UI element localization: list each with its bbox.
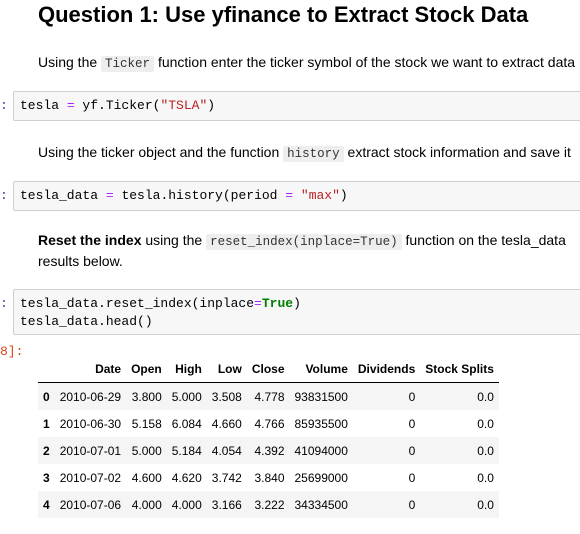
table-header-row: Date Open High Low Close Volume Dividend… (38, 356, 499, 383)
row-index: 4 (43, 497, 50, 512)
text: using the (141, 232, 207, 248)
markdown-instruction-3: Reset the index using the reset_index(in… (38, 230, 566, 252)
column-header: Stock Splits (420, 356, 499, 383)
table-cell: 4.392 (254, 443, 285, 458)
table-cell: 5.000 (131, 443, 162, 458)
table-cell: 4.660 (211, 416, 242, 431)
column-header: Volume (289, 356, 353, 383)
table-cell: 3.840 (254, 470, 285, 485)
question-heading: Question 1: Use yfinance to Extract Stoc… (38, 2, 529, 27)
code-line[interactable]: tesla_data = tesla.history(period = "max… (20, 188, 348, 203)
markdown-instruction-2: Using the ticker object and the function… (38, 142, 571, 164)
row-index: 3 (43, 470, 50, 485)
table-cell: 2010-06-29 (59, 389, 122, 404)
table-cell: 6.084 (171, 416, 202, 431)
table-row: 3 2010-07-02 4.600 4.620 3.742 3.840 256… (38, 464, 499, 491)
cell-prompt: : (0, 188, 8, 203)
text: Using the (38, 54, 102, 70)
row-index: 1 (43, 416, 50, 431)
column-header: Open (126, 356, 167, 383)
table-cell: 0.0 (477, 443, 494, 458)
code-line[interactable]: tesla_data.head() (20, 314, 153, 329)
text: function enter the ticker symbol of the … (154, 54, 576, 70)
code-line[interactable]: tesla = yf.Ticker("TSLA") (20, 98, 215, 113)
table-cell: 85935500 (294, 416, 348, 431)
table-cell: 93831500 (294, 389, 348, 404)
cell-prompt: : (0, 296, 8, 311)
table-cell: 0 (408, 470, 416, 485)
table-row: 1 2010-06-30 5.158 6.084 4.660 4.766 859… (38, 410, 499, 437)
table-cell: 41094000 (294, 443, 348, 458)
table-cell: 3.508 (211, 389, 242, 404)
table-cell: 4.620 (171, 470, 202, 485)
table-cell: 0 (408, 389, 416, 404)
table-row: 0 2010-06-29 3.800 5.000 3.508 4.778 938… (38, 382, 499, 410)
table-cell: 5.158 (131, 416, 162, 431)
table-cell: 25699000 (294, 470, 348, 485)
column-header: Close (246, 356, 290, 383)
code-cell-1[interactable]: tesla = yf.Ticker("TSLA") (13, 91, 580, 121)
table-cell: 4.000 (131, 497, 162, 512)
table-cell: 3.742 (211, 470, 242, 485)
output-prompt: 8]: (0, 344, 24, 359)
table-cell: 0 (408, 443, 416, 458)
table-cell: 0.0 (477, 416, 494, 431)
table-cell: 2010-07-01 (59, 443, 122, 458)
table-cell: 4.600 (131, 470, 162, 485)
table-cell: 3.800 (131, 389, 162, 404)
inline-code: Ticker (101, 56, 155, 72)
table-cell: 0.0 (477, 389, 494, 404)
column-header: Dividends (352, 356, 421, 383)
code-line[interactable]: tesla_data.reset_index(inplace=True) (20, 296, 301, 311)
table-cell: 4.054 (211, 443, 242, 458)
table-cell: 0.0 (477, 497, 494, 512)
table-cell: 2010-06-30 (59, 416, 122, 431)
column-header: Date (54, 356, 127, 383)
table-cell: 3.166 (211, 497, 242, 512)
bold-text: Reset the index (38, 232, 142, 248)
table-cell: 3.222 (254, 497, 285, 512)
table-row: 4 2010-07-06 4.000 4.000 3.166 3.222 343… (38, 491, 499, 518)
inline-code: reset_index(inplace=True) (206, 234, 402, 250)
text: Using the ticker object and the function (38, 144, 284, 160)
table-cell: 4.778 (254, 389, 285, 404)
markdown-line-2: results below. (38, 253, 123, 269)
table-cell: 0 (408, 497, 416, 512)
inline-code: history (283, 146, 344, 162)
column-header (38, 356, 55, 383)
table-cell: 2010-07-02 (59, 470, 122, 485)
table-cell: 4.766 (254, 416, 285, 431)
table-cell: 2010-07-06 (59, 497, 122, 512)
table-cell: 0.0 (477, 470, 494, 485)
table-cell: 4.000 (171, 497, 202, 512)
text: extract stock information and save it (343, 144, 571, 160)
table-cell: 5.000 (171, 389, 202, 404)
cell-prompt: : (0, 98, 8, 113)
code-cell-3[interactable]: tesla_data.reset_index(inplace=True) tes… (13, 289, 580, 335)
markdown-instruction-1: Using the Ticker function enter the tick… (38, 52, 575, 74)
column-header: High (166, 356, 207, 383)
table-cell: 5.184 (171, 443, 202, 458)
row-index: 0 (43, 389, 50, 404)
table-row: 2 2010-07-01 5.000 5.184 4.054 4.392 410… (38, 437, 499, 464)
table-cell: 34334500 (294, 497, 348, 512)
text: function on the tesla_data (401, 232, 566, 248)
table-cell: 0 (408, 416, 416, 431)
column-header: Low (206, 356, 247, 383)
row-index: 2 (43, 443, 50, 458)
dataframe-table: Date Open High Low Close Volume Dividend… (38, 356, 499, 518)
code-cell-2[interactable]: tesla_data = tesla.history(period = "max… (13, 181, 580, 211)
